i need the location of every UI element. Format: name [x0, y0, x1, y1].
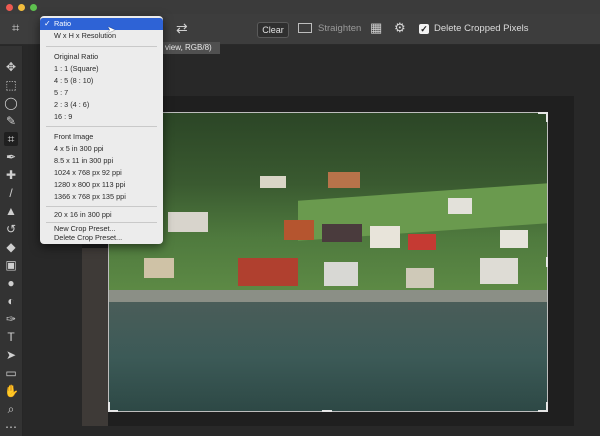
eraser-icon[interactable]: ◆: [4, 240, 18, 254]
menu-separator: [46, 126, 157, 127]
straighten-label[interactable]: Straighten: [318, 23, 361, 34]
stamp-icon[interactable]: ▲: [4, 204, 18, 218]
menu-item-1280x800[interactable]: 1280 x 800 px 113 ppi: [40, 179, 163, 191]
menu-item-16-9[interactable]: 16 : 9: [40, 111, 163, 123]
rectangle-icon[interactable]: ▭: [4, 366, 18, 380]
menu-item-1-1[interactable]: 1 : 1 (Square): [40, 63, 163, 75]
crop-handle-bottom-right[interactable]: [546, 402, 548, 412]
gradient-icon[interactable]: ▣: [4, 258, 18, 272]
crop-frame[interactable]: [108, 112, 548, 412]
healing-icon[interactable]: ✚: [4, 168, 18, 182]
gear-icon[interactable]: ⚙: [394, 20, 406, 36]
clear-button[interactable]: Clear: [257, 22, 289, 38]
crop-handle-bottom[interactable]: [322, 410, 332, 412]
crop-tool-preset-icon[interactable]: ⌗: [12, 21, 26, 35]
maximize-window-button[interactable]: [30, 4, 37, 11]
menu-separator: [46, 46, 157, 47]
straighten-icon[interactable]: [298, 23, 312, 33]
delete-cropped-pixels-label[interactable]: Delete Cropped Pixels: [434, 23, 529, 34]
menu-item-1024x768[interactable]: 1024 x 768 px 92 ppi: [40, 167, 163, 179]
history-brush-icon[interactable]: ↺: [4, 222, 18, 236]
more-tools-icon[interactable]: ⋯: [4, 420, 18, 434]
zoom-icon[interactable]: ⌕: [4, 402, 18, 416]
crop-icon[interactable]: ⌗: [4, 132, 18, 146]
delete-cropped-pixels-checkbox[interactable]: ✓: [419, 24, 429, 34]
crop-handle-top-right[interactable]: [546, 112, 548, 122]
pen-icon[interactable]: ✑: [4, 312, 18, 326]
menu-item-2-3[interactable]: 2 : 3 (4 : 6): [40, 99, 163, 111]
document-tab[interactable]: view, RGB/8): [163, 42, 220, 54]
swap-dimensions-icon[interactable]: ⇄: [176, 20, 188, 37]
move-icon[interactable]: ✥: [4, 60, 18, 74]
menu-item-wxh-resolution[interactable]: W x H x Resolution: [40, 30, 163, 42]
menu-item-5-7[interactable]: 5 : 7: [40, 87, 163, 99]
menu-item-delete-crop-preset[interactable]: Delete Crop Preset...: [40, 232, 163, 244]
menu-item-front-image[interactable]: Front Image: [40, 131, 163, 143]
mouse-pointer-icon: ➤: [107, 25, 116, 36]
lasso-icon[interactable]: ◯: [4, 96, 18, 110]
quick-select-icon[interactable]: ✎: [4, 114, 18, 128]
dodge-icon[interactable]: ◐: [4, 294, 18, 308]
blur-icon[interactable]: ●: [4, 276, 18, 290]
marquee-icon[interactable]: ⬚: [4, 78, 18, 92]
menu-item-ratio[interactable]: ✓ Ratio: [40, 18, 163, 30]
cropped-area-shade: [82, 248, 108, 426]
menu-item-original-ratio[interactable]: Original Ratio: [40, 51, 163, 63]
path-select-icon[interactable]: ➤: [4, 348, 18, 362]
crop-ratio-menu: ✓ Ratio W x H x Resolution Original Rati…: [40, 16, 163, 244]
minimize-window-button[interactable]: [18, 4, 25, 11]
overlay-grid-icon[interactable]: ▦: [370, 20, 382, 36]
eyedropper-icon[interactable]: ✒: [4, 150, 18, 164]
menu-item-4x5-300[interactable]: 4 x 5 in 300 ppi: [40, 143, 163, 155]
close-window-button[interactable]: [6, 4, 13, 11]
type-icon[interactable]: T: [4, 330, 18, 344]
brush-icon[interactable]: /: [4, 186, 18, 200]
crop-handle-bottom-left[interactable]: [108, 402, 110, 412]
menu-separator: [46, 206, 157, 207]
title-bar: [0, 0, 600, 14]
menu-item-20x16-300[interactable]: 20 x 16 in 300 ppi: [40, 209, 163, 221]
menu-item-1366x768[interactable]: 1366 x 768 px 135 ppi: [40, 191, 163, 203]
hand-icon[interactable]: ✋: [4, 384, 19, 398]
crop-handle-right[interactable]: [546, 257, 548, 267]
tools-panel: ✥ ⬚ ◯ ✎ ⌗ ✒ ✚ / ▲ ↺ ◆ ▣ ● ◐ ✑ T ➤ ▭ ✋ ⌕ …: [0, 46, 23, 436]
check-icon: ✓: [44, 19, 51, 28]
menu-item-8-5x11-300[interactable]: 8.5 x 11 in 300 ppi: [40, 155, 163, 167]
menu-item-4-5[interactable]: 4 : 5 (8 : 10): [40, 75, 163, 87]
